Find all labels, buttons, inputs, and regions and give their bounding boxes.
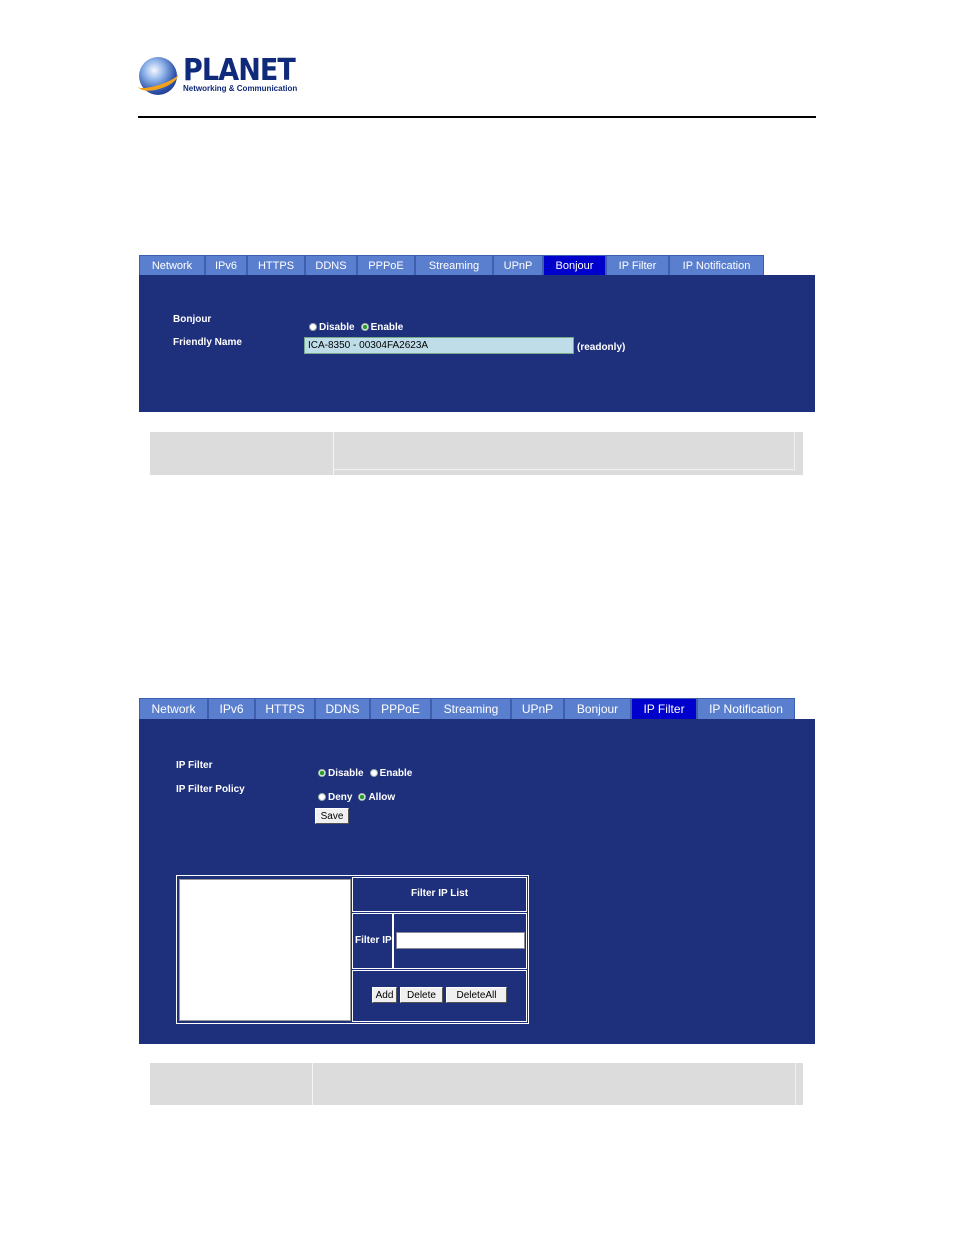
delete-all-button[interactable]: DeleteAll xyxy=(446,987,507,1003)
ip-filter-policy-label: IP Filter Policy xyxy=(176,784,245,795)
tab-https[interactable]: HTTPS xyxy=(255,698,315,719)
policy-deny-label: Deny xyxy=(328,792,353,803)
filter-ip-input[interactable] xyxy=(396,932,525,949)
ip-filter-enable-label: Enable xyxy=(379,768,413,779)
header-divider xyxy=(138,116,816,118)
tab-bonjour[interactable]: Bonjour xyxy=(564,698,631,719)
tab-ip-notification[interactable]: IP Notification xyxy=(697,698,795,719)
bonjour-enable-radio[interactable] xyxy=(360,323,369,331)
planet-logo: PLANET Networking & Communication xyxy=(135,53,299,97)
friendly-name-field[interactable]: ICA-8350 - 00304FA2623A xyxy=(304,337,574,354)
ip-filter-disable-radio[interactable] xyxy=(318,769,326,777)
bonjour-disable-label: Disable xyxy=(319,322,355,333)
bonjour-label: Bonjour xyxy=(173,314,212,325)
tab-bonjour[interactable]: Bonjour xyxy=(543,255,606,275)
tab-ipv6[interactable]: IPv6 xyxy=(208,698,255,719)
bonjour-disable-radio[interactable] xyxy=(309,323,317,331)
tab-streaming[interactable]: Streaming xyxy=(431,698,511,719)
bonjour-radio-group: Disable Enable xyxy=(309,317,409,335)
policy-allow-label: Allow xyxy=(368,792,396,803)
tab-ip-filter[interactable]: IP Filter xyxy=(631,698,697,719)
friendly-name-label: Friendly Name xyxy=(173,337,242,348)
description-right-1 xyxy=(333,432,795,470)
add-button[interactable]: Add xyxy=(372,987,397,1003)
tab-ip-filter[interactable]: IP Filter xyxy=(606,255,669,275)
tab-upnp[interactable]: UPnP xyxy=(511,698,564,719)
tab-ipv6[interactable]: IPv6 xyxy=(205,255,247,275)
bonjour-enable-label: Enable xyxy=(370,322,404,333)
logo-tagline: Networking & Communication xyxy=(183,84,298,93)
tab-bar-bonjour: Network IPv6 HTTPS DDNS PPPoE Streaming … xyxy=(139,255,764,275)
tab-network[interactable]: Network xyxy=(139,255,205,275)
tab-ip-notification[interactable]: IP Notification xyxy=(669,255,764,275)
tab-upnp[interactable]: UPnP xyxy=(493,255,543,275)
tab-pppoe[interactable]: PPPoE xyxy=(357,255,415,275)
tab-https[interactable]: HTTPS xyxy=(247,255,305,275)
tab-ddns[interactable]: DDNS xyxy=(315,698,370,719)
filter-ip-list-title: Filter IP List xyxy=(410,888,469,899)
tab-ddns[interactable]: DDNS xyxy=(305,255,357,275)
filter-ip-label: Filter IP xyxy=(355,935,392,946)
filter-ip-listbox[interactable] xyxy=(179,879,351,1021)
ip-filter-label: IP Filter xyxy=(176,760,213,771)
save-button[interactable]: Save xyxy=(315,808,349,824)
policy-deny-radio[interactable] xyxy=(318,793,326,801)
delete-button[interactable]: Delete xyxy=(400,987,443,1003)
tab-pppoe[interactable]: PPPoE xyxy=(370,698,431,719)
description-right-2 xyxy=(312,1063,796,1105)
tab-bar-ip-filter: Network IPv6 HTTPS DDNS PPPoE Streaming … xyxy=(139,698,795,719)
ip-filter-disable-label: Disable xyxy=(328,768,364,779)
readonly-note: (readonly) xyxy=(577,342,626,353)
description-divider-1 xyxy=(159,432,334,475)
ip-filter-policy-radio-group: Deny Allow xyxy=(318,787,401,805)
ip-filter-enable-radio[interactable] xyxy=(369,769,378,777)
description-divider-2 xyxy=(159,1063,313,1105)
logo-brand: PLANET xyxy=(183,53,296,88)
ip-filter-radio-group: Disable Enable xyxy=(318,763,418,781)
tab-streaming[interactable]: Streaming xyxy=(415,255,493,275)
policy-allow-radio[interactable] xyxy=(358,793,367,801)
tab-network[interactable]: Network xyxy=(139,698,208,719)
